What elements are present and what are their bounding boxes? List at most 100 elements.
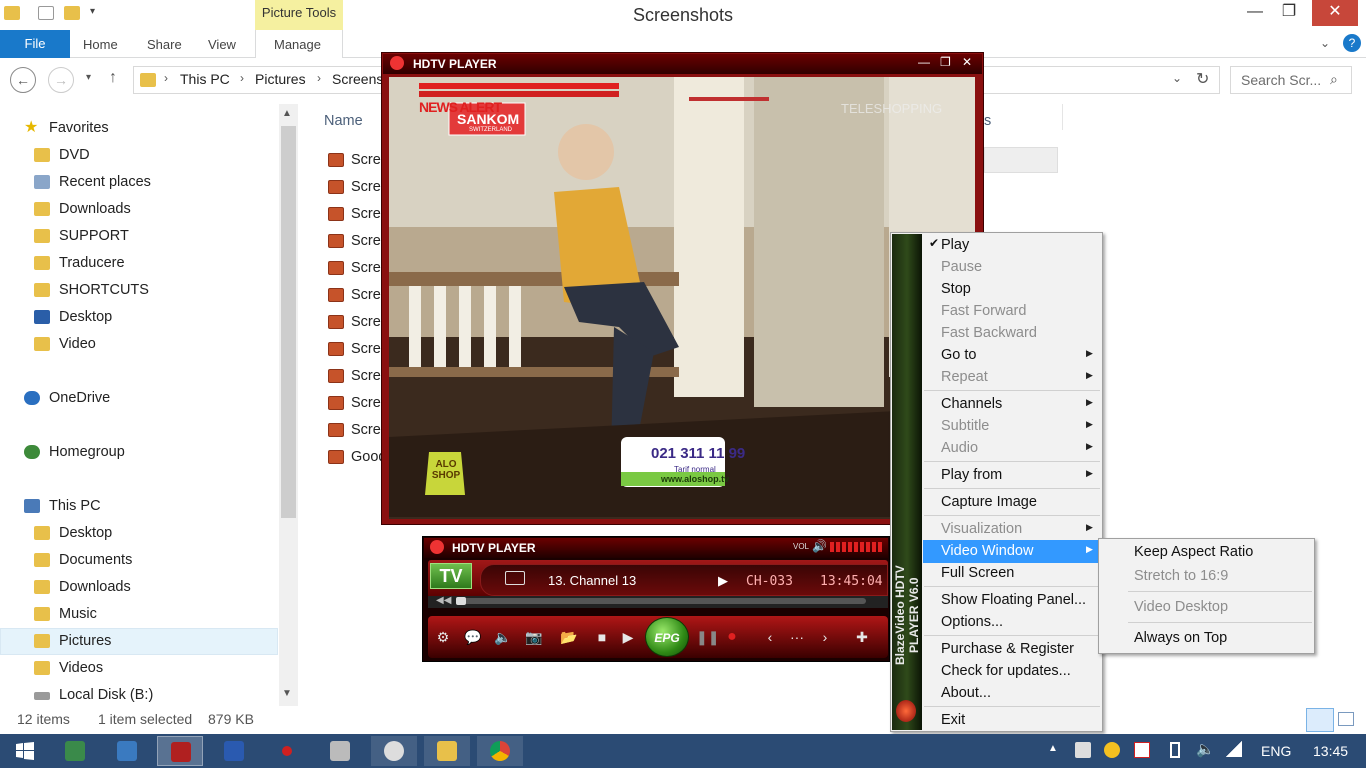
nav-scrollbar-thumb[interactable]	[281, 126, 296, 518]
forward-button[interactable]: →	[48, 67, 74, 93]
channel-list-icon[interactable]: ···	[787, 628, 807, 646]
menu-item-capture-image[interactable]: Capture Image	[941, 491, 1037, 513]
taskbar-file-explorer[interactable]	[424, 736, 470, 766]
taskbar-app-6[interactable]	[317, 736, 363, 766]
expand-ribbon-icon[interactable]: ⌄	[1320, 36, 1330, 50]
show-hidden-icons-icon[interactable]: ▲	[1048, 743, 1058, 754]
folder-icon[interactable]	[4, 6, 20, 20]
menu-item-show-floating-panel[interactable]: Show Floating Panel...	[941, 589, 1086, 611]
audio-icon[interactable]: 🔈	[493, 628, 513, 646]
refresh-icon[interactable]: ↻	[1196, 69, 1209, 89]
menu-item-play[interactable]: Play	[941, 234, 969, 256]
menu-item-go-to[interactable]: Go to	[941, 344, 976, 366]
submenu-item-stretch-16-9[interactable]: Stretch to 16:9	[1134, 565, 1228, 587]
menu-item-about[interactable]: About...	[941, 682, 991, 704]
menu-item-subtitle[interactable]: Subtitle	[941, 415, 989, 437]
menu-item-visualization[interactable]: Visualization	[941, 518, 1022, 540]
seek-track[interactable]	[456, 598, 866, 604]
camera-icon[interactable]: 📷	[524, 628, 544, 646]
file-row[interactable]: Scree	[322, 201, 389, 227]
battery-icon[interactable]	[1170, 742, 1180, 758]
file-row[interactable]: Scree	[322, 417, 389, 443]
video-frame[interactable]: NEWS ALERT SANKOM SWITZERLAND TELESHOPPI…	[389, 77, 975, 519]
taskbar-chrome[interactable]	[477, 736, 523, 766]
stop-icon[interactable]: ■	[592, 628, 612, 646]
file-row[interactable]: Scree	[322, 228, 389, 254]
file-row[interactable]: Scree	[322, 174, 389, 200]
taskbar-app-2[interactable]	[104, 736, 150, 766]
tray-warning-icon[interactable]	[1104, 742, 1120, 758]
breadcrumb-screenshots[interactable]: Screens	[332, 71, 383, 87]
large-icons-view-button[interactable]	[1338, 712, 1354, 726]
customize-qat-icon[interactable]: ▾	[90, 6, 95, 17]
file-row[interactable]: Scree	[322, 255, 389, 281]
scroll-up-icon[interactable]: ▲	[282, 108, 292, 119]
file-row[interactable]: Scree	[322, 336, 389, 362]
menu-item-fast-forward[interactable]: Fast Forward	[941, 300, 1026, 322]
menu-item-fast-backward[interactable]: Fast Backward	[941, 322, 1037, 344]
address-dropdown-icon[interactable]: ⌄	[1172, 71, 1182, 85]
submenu-item-always-on-top[interactable]: Always on Top	[1134, 627, 1227, 649]
submenu-item-video-desktop[interactable]: Video Desktop	[1134, 596, 1228, 618]
menu-item-options[interactable]: Options...	[941, 611, 1003, 633]
seek-thumb[interactable]	[456, 597, 466, 605]
breadcrumb-this-pc[interactable]: This PC	[180, 71, 230, 87]
file-row[interactable]: Scree	[322, 363, 389, 389]
subtitle-icon[interactable]: 💬	[463, 628, 483, 646]
record-icon[interactable]: ●	[722, 628, 742, 646]
previous-channel-icon[interactable]: ‹	[760, 628, 780, 646]
menu-item-purchase-register[interactable]: Purchase & Register	[941, 638, 1074, 660]
epg-button[interactable]: EPG	[645, 617, 689, 657]
column-header-partial[interactable]: s	[984, 113, 991, 129]
rewind-icon[interactable]: ◀◀	[436, 595, 451, 606]
network-icon[interactable]	[1226, 741, 1242, 757]
add-favorite-icon[interactable]: ✚	[852, 628, 872, 646]
clock[interactable]: 13:45	[1313, 743, 1348, 759]
taskbar-hdtv-player[interactable]	[157, 736, 203, 766]
menu-item-audio[interactable]: Audio	[941, 437, 978, 459]
tv-button[interactable]: TV	[430, 563, 472, 589]
hdtv-video-title[interactable]: HDTV PLAYER	[383, 54, 982, 74]
start-button[interactable]	[2, 736, 48, 766]
file-row[interactable]: Good	[322, 444, 386, 470]
column-header-name[interactable]: Name	[324, 113, 363, 129]
open-folder-icon[interactable]: 📂	[559, 628, 579, 646]
file-row[interactable]: Scree	[322, 147, 389, 173]
file-row[interactable]: Scree	[322, 390, 389, 416]
breadcrumb-pictures[interactable]: Pictures	[255, 71, 306, 87]
details-view-button[interactable]	[1306, 708, 1334, 732]
scroll-down-icon[interactable]: ▼	[282, 688, 292, 699]
menu-item-channels[interactable]: Channels	[941, 393, 1002, 415]
menu-item-stop[interactable]: Stop	[941, 278, 971, 300]
help-icon[interactable]: ?	[1343, 34, 1361, 52]
tab-view[interactable]: View	[208, 30, 236, 58]
menu-item-repeat[interactable]: Repeat	[941, 366, 988, 388]
taskbar-app-5[interactable]	[264, 736, 310, 766]
video-minimize-icon[interactable]: —	[918, 55, 930, 69]
back-button[interactable]: ←	[10, 67, 36, 93]
play-icon[interactable]: ▶	[618, 628, 638, 646]
settings-icon[interactable]: ⚙	[433, 628, 453, 646]
tab-file[interactable]: File	[0, 30, 70, 58]
taskbar-app-7[interactable]	[371, 736, 417, 766]
language-indicator[interactable]: ENG	[1261, 743, 1291, 759]
taskbar-word[interactable]	[211, 736, 257, 766]
maximize-button[interactable]: ❐	[1266, 0, 1312, 26]
submenu-item-keep-aspect-ratio[interactable]: Keep Aspect Ratio	[1134, 541, 1253, 563]
taskbar-app-1[interactable]	[52, 736, 98, 766]
pause-icon[interactable]: ❚❚	[696, 628, 719, 646]
new-folder-icon[interactable]	[64, 6, 80, 20]
volume-meter[interactable]	[830, 542, 882, 552]
tab-home[interactable]: Home	[83, 30, 118, 58]
menu-item-pause[interactable]: Pause	[941, 256, 982, 278]
action-center-icon[interactable]	[1134, 742, 1150, 758]
volume-icon[interactable]: 🔈	[1196, 740, 1215, 758]
up-button[interactable]: ↑	[109, 69, 117, 87]
search-icon[interactable]: ⌕	[1330, 71, 1338, 88]
speaker-icon[interactable]: 🔊	[812, 539, 827, 553]
menu-item-check-updates[interactable]: Check for updates...	[941, 660, 1071, 682]
menu-item-video-window[interactable]: Video Window	[941, 540, 1033, 562]
file-row[interactable]: Scree	[322, 282, 389, 308]
tray-camera-icon[interactable]	[1075, 742, 1091, 758]
recent-locations-icon[interactable]: ▾	[86, 72, 91, 83]
